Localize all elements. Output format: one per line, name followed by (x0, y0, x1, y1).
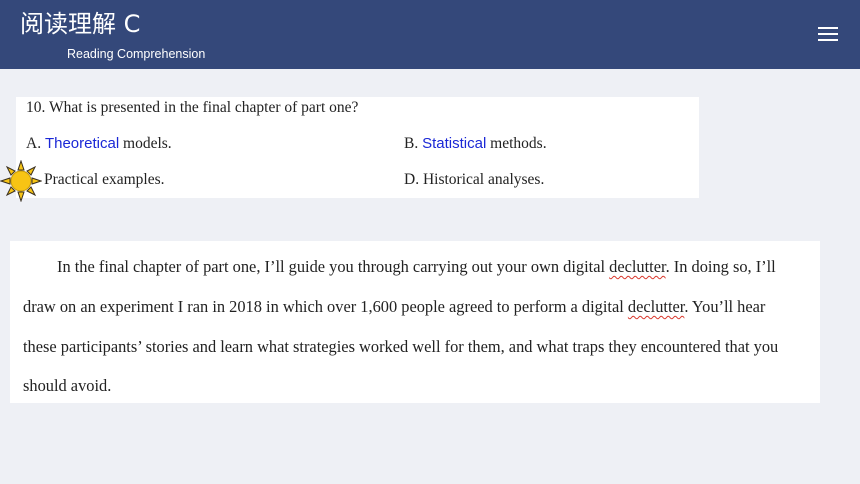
option-b-rest: methods. (486, 135, 547, 152)
menu-bar-bottom (818, 39, 838, 41)
passage-card: In the final chapter of part one, I’ll g… (10, 241, 820, 403)
spellcheck-word: declutter (609, 257, 666, 276)
passage-line-1-b: . In doing so, I’ll (665, 257, 776, 276)
passage-line-4: should avoid. (23, 376, 112, 395)
passage-line-1: In the final chapter of part one, I’ll g… (57, 257, 776, 277)
option-b-prefix: B. (404, 135, 423, 152)
spellcheck-word: declutter (627, 297, 685, 316)
question-stem: 10. What is presented in the final chapt… (26, 99, 359, 116)
header-bar: 阅读理解 C Reading Comprehension (0, 0, 860, 69)
hamburger-menu-icon[interactable] (818, 27, 840, 43)
passage-line-2: draw on an experiment I ran in 2018 in w… (23, 297, 765, 317)
passage-line-2-b: . You’ll hear (684, 297, 766, 316)
option-a-prefix: A. (26, 135, 45, 152)
option-a[interactable]: A. Theoretical models. (26, 135, 172, 153)
passage-line-1-a: In the final chapter of part one, I’ll g… (57, 257, 610, 276)
option-c[interactable]: Practical examples. (44, 171, 165, 189)
option-b[interactable]: B. Statistical methods. (404, 135, 547, 153)
option-d[interactable]: D. Historical analyses. (404, 171, 544, 189)
page-title: 阅读理解 C (20, 10, 141, 38)
option-a-rest: models. (119, 135, 172, 152)
passage-line-2-a: draw on an experiment I ran in 2018 in w… (23, 297, 628, 316)
page-subtitle: Reading Comprehension (67, 47, 206, 61)
option-b-highlight: Statistical (422, 135, 487, 152)
question-card: 10. What is presented in the final chapt… (16, 97, 699, 198)
menu-bar-middle (818, 33, 838, 35)
sun-icon (0, 160, 42, 202)
passage-line-3: these participants’ stories and learn wh… (23, 337, 779, 356)
menu-bar-top (818, 27, 838, 29)
option-a-highlight: Theoretical (44, 135, 120, 152)
